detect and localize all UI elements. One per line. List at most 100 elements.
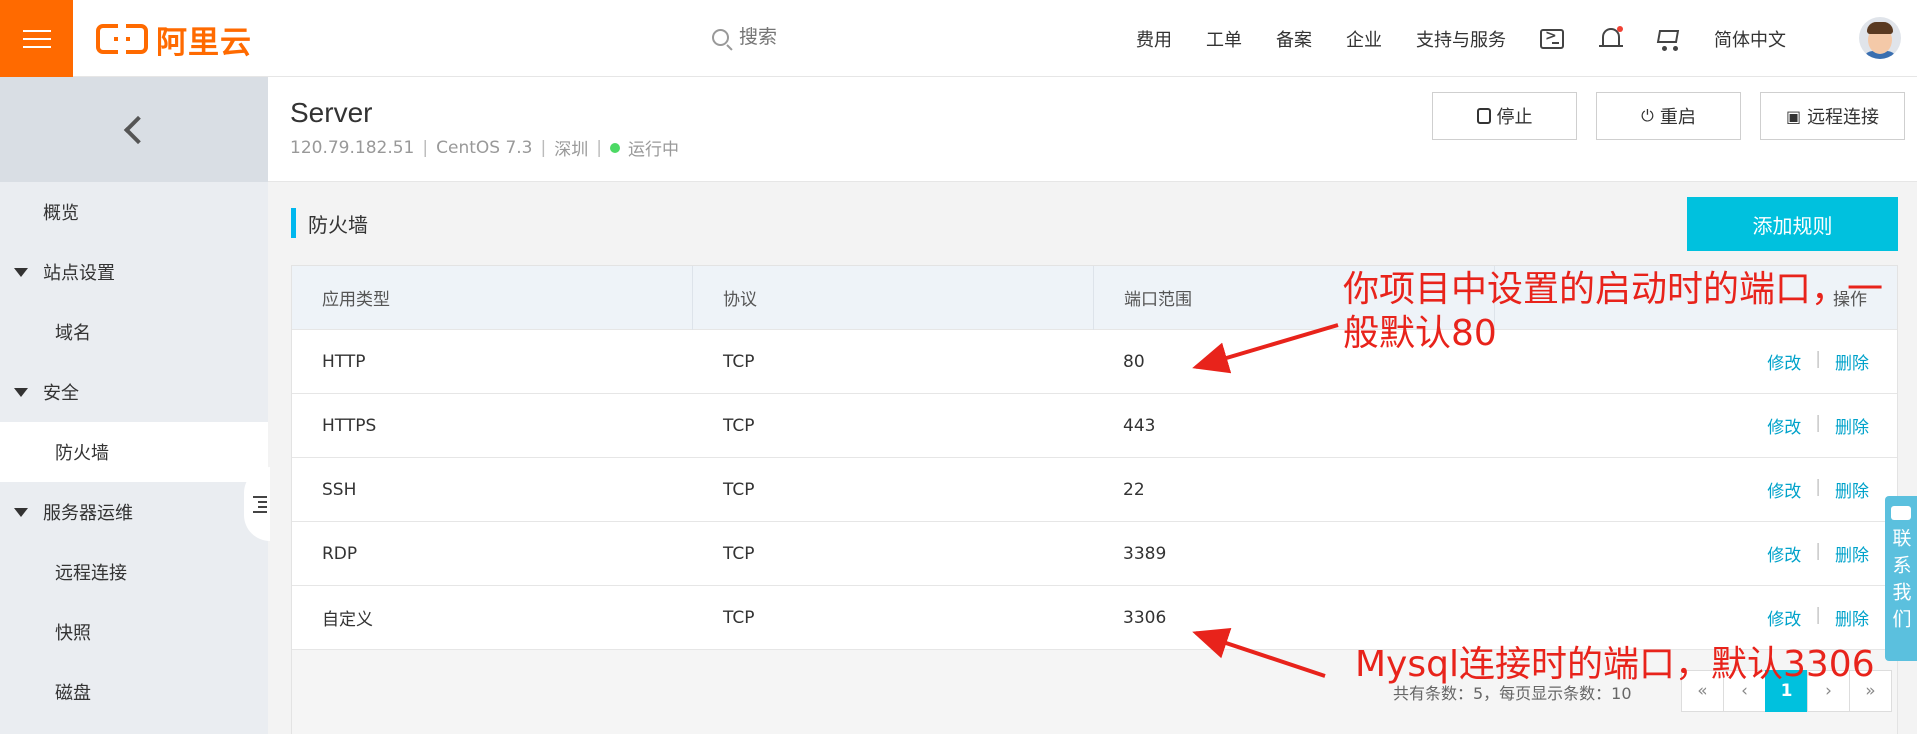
cell-protocol: TCP <box>723 415 755 436</box>
delete-link[interactable]: 删除 <box>1835 413 1869 438</box>
language-switch[interactable]: 简体中文 <box>1714 26 1786 52</box>
stop-button[interactable]: 停止 <box>1432 92 1577 140</box>
nav-support[interactable]: 支持与服务 <box>1416 26 1506 52</box>
cell-protocol: TCP <box>723 607 755 628</box>
logo-text: 阿里云 <box>156 24 252 61</box>
nav-fees[interactable]: 费用 <box>1136 26 1172 52</box>
sidebar-group-server-ops[interactable]: 服务器运维 <box>0 482 268 542</box>
column-header-protocol: 协议 <box>693 265 1094 330</box>
status-dot-icon <box>609 142 620 153</box>
aliyun-logo-icon <box>96 22 148 56</box>
add-rule-button[interactable]: 添加规则 <box>1687 197 1898 251</box>
table-row: HTTPS TCP 443 修改 | 删除 <box>292 394 1897 458</box>
power-icon: ⏻ <box>1641 106 1654 125</box>
terminal-icon[interactable] <box>1540 26 1566 52</box>
delete-link[interactable]: 删除 <box>1835 477 1869 502</box>
sidebar-group-site-settings[interactable]: 站点设置 <box>0 242 268 302</box>
cell-port: 3389 <box>1123 543 1167 564</box>
page-title: Server <box>290 97 373 128</box>
action-separator: | <box>1815 605 1821 625</box>
aliyun-logo[interactable]: 阿里云 <box>96 22 252 61</box>
sidebar-item-label: 域名 <box>55 323 91 344</box>
cell-app-type: HTTP <box>322 351 366 372</box>
sidebar-item-firewall[interactable]: 防火墙 <box>0 422 268 482</box>
top-bar: 阿里云 费用 工单 备案 企业 支持与服务 简体中文 <box>0 0 1917 77</box>
restart-button-label: 重启 <box>1659 107 1696 128</box>
cell-port: 3306 <box>1123 607 1167 628</box>
table-row: SSH TCP 22 修改 | 删除 <box>292 458 1897 522</box>
sidebar-item-domain[interactable]: 域名 <box>0 302 268 362</box>
caret-down-icon <box>14 507 28 517</box>
column-header-app-type: 应用类型 <box>292 265 693 330</box>
collapse-menu-icon <box>253 496 267 513</box>
sidebar-item-overview[interactable]: 概览 <box>0 182 268 242</box>
contact-us-label: 联系我们 <box>1889 528 1912 636</box>
sidebar-item-label: 站点设置 <box>43 263 115 284</box>
stop-icon <box>1476 108 1491 124</box>
nav-tickets[interactable]: 工单 <box>1206 26 1242 52</box>
cell-app-type: SSH <box>322 479 357 500</box>
restart-button[interactable]: ⏻ 重启 <box>1596 92 1741 140</box>
server-header: Server 120.79.182.51 | CentOS 7.3 | 深圳 |… <box>268 77 1917 182</box>
chat-icon <box>1891 506 1911 520</box>
nav-icp-filing[interactable]: 备案 <box>1276 26 1312 52</box>
edit-link[interactable]: 修改 <box>1767 413 1801 438</box>
cell-port: 22 <box>1123 479 1145 500</box>
search-icon <box>712 28 729 46</box>
server-os: CentOS 7.3 <box>436 137 533 158</box>
sidebar-item-snapshot[interactable]: 快照 <box>0 602 268 662</box>
status-badge: 运行中 <box>627 140 679 160</box>
bell-icon[interactable] <box>1598 25 1624 52</box>
cell-app-type: HTTPS <box>322 415 377 436</box>
search-input[interactable] <box>739 26 859 48</box>
sidebar-toggle[interactable] <box>244 467 270 541</box>
annotation-note-mysql: Mysql连接时的端口，默认3306 <box>1355 644 1875 685</box>
sidebar-item-label: 快照 <box>55 623 91 644</box>
sidebar-item-disk[interactable]: 磁盘 <box>0 662 268 722</box>
cell-port: 443 <box>1123 415 1156 436</box>
sidebar-item-label: 安全 <box>43 383 79 404</box>
delete-link[interactable]: 删除 <box>1835 605 1869 630</box>
edit-link[interactable]: 修改 <box>1767 605 1801 630</box>
remote-connect-button[interactable]: ▣ 远程连接 <box>1760 92 1905 140</box>
edit-link[interactable]: 修改 <box>1767 477 1801 502</box>
sidebar-item-label: 远程连接 <box>55 563 127 584</box>
section-title-text: 防火墙 <box>308 212 368 237</box>
menu-icon[interactable] <box>0 0 73 77</box>
sidebar-item-label: 服务器运维 <box>43 503 133 524</box>
chevron-left-icon <box>123 115 153 144</box>
cell-app-type: RDP <box>322 543 358 564</box>
caret-down-icon <box>14 387 28 397</box>
sidebar-group-security[interactable]: 安全 <box>0 362 268 422</box>
section-title: 防火墙 <box>291 208 368 238</box>
sidebar-item-label: 概览 <box>43 203 79 224</box>
sidebar-item-remote-connect[interactable]: 远程连接 <box>0 542 268 602</box>
notification-dot <box>1617 25 1623 32</box>
avatar[interactable] <box>1859 17 1901 59</box>
terminal-icon: ▣ <box>1785 106 1802 126</box>
action-separator: | <box>1815 413 1821 433</box>
back-button[interactable] <box>0 77 268 182</box>
contact-us-button[interactable]: 联系我们 <box>1885 496 1917 661</box>
sidebar: 概览 站点设置 域名 安全 防火墙 服务器运维 远程连接 快照 磁盘 <box>0 77 270 734</box>
edit-link[interactable]: 修改 <box>1767 541 1801 566</box>
action-separator: | <box>1815 541 1821 561</box>
table-row: 自定义 TCP 3306 修改 | 删除 <box>292 586 1897 650</box>
sidebar-item-label: 磁盘 <box>55 683 91 704</box>
top-nav: 费用 工单 备案 企业 支持与服务 简体中文 <box>1136 0 1820 77</box>
cell-protocol: TCP <box>723 543 755 564</box>
server-meta: 120.79.182.51 | CentOS 7.3 | 深圳 | 运行中 <box>290 135 679 161</box>
search-box[interactable] <box>712 26 859 48</box>
cart-icon[interactable] <box>1656 26 1682 52</box>
annotation-note-port: 你项目中设置的启动时的端口，一般默认80 <box>1343 269 1884 354</box>
caret-down-icon <box>14 267 28 277</box>
cell-protocol: TCP <box>723 351 755 372</box>
nav-enterprise[interactable]: 企业 <box>1346 26 1382 52</box>
action-separator: | <box>1815 477 1821 497</box>
remote-connect-button-label: 远程连接 <box>1807 107 1880 128</box>
delete-link[interactable]: 删除 <box>1835 541 1869 566</box>
sidebar-item-label: 防火墙 <box>55 443 109 464</box>
server-ip: 120.79.182.51 <box>290 137 415 158</box>
stop-button-label: 停止 <box>1496 107 1533 128</box>
server-region: 深圳 <box>554 140 589 160</box>
